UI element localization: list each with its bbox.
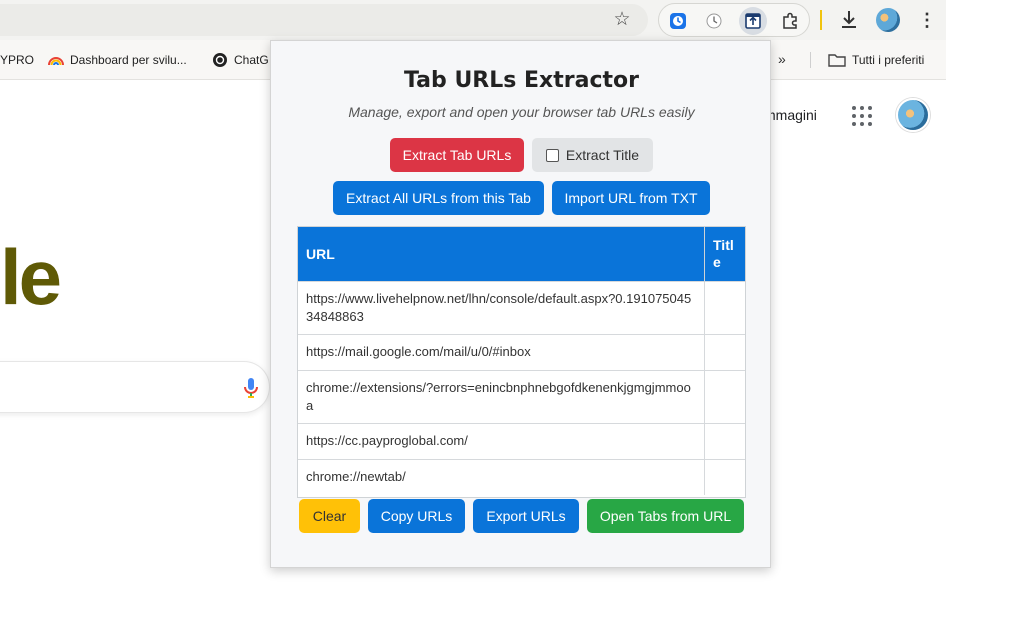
table-header-row: URL Title: [298, 227, 745, 281]
table-row: https://mail.google.com/mail/u/0/#inbox: [298, 333, 745, 370]
extensions-puzzle-icon[interactable]: [779, 10, 801, 32]
title-cell: [704, 422, 745, 459]
search-logo-fragment: le: [0, 233, 62, 321]
chatgpt-icon: [213, 53, 227, 67]
address-bar[interactable]: [0, 4, 648, 36]
url-cell: chrome://extensions/?errors=enincbnphneb…: [298, 369, 705, 423]
profile-avatar[interactable]: [876, 8, 900, 32]
title-cell: [704, 280, 745, 334]
title-cell: [704, 458, 745, 495]
url-cell: https://mail.google.com/mail/u/0/#inbox: [298, 333, 705, 370]
bookmarks-separator: [810, 52, 811, 68]
extract-title-checkbox[interactable]: [545, 148, 559, 162]
popup-title: Tab URLs Extractor: [404, 68, 639, 93]
title-column-header: Title: [704, 227, 745, 281]
folder-icon: [828, 54, 846, 67]
all-bookmarks-folder[interactable]: Tutti i preferiti: [828, 52, 924, 68]
timer-extension-icon[interactable]: [667, 10, 689, 32]
copy-urls-button[interactable]: Copy URLs: [368, 499, 465, 533]
popup-subtitle: Manage, export and open your browser tab…: [348, 104, 695, 120]
title-cell: [704, 369, 745, 423]
bookmark-item[interactable]: ChatG: [212, 52, 269, 68]
table-row: https://cc.payproglobal.com/: [298, 422, 745, 459]
table-row: chrome://extensions/?errors=enincbnphneb…: [298, 369, 745, 423]
url-cell: https://cc.payproglobal.com/: [298, 422, 705, 459]
microphone-icon[interactable]: [243, 377, 259, 399]
bookmark-label: Tutti i preferiti: [852, 53, 925, 67]
browser-window: ☆ ⋮ YPRO Dashboard per svilu... ChatG » …: [0, 0, 1024, 640]
urls-table: URL Title https://www.livehelpnow.net/lh…: [298, 227, 745, 495]
bookmark-label: ChatG: [234, 53, 269, 67]
browser-toolbar: ☆ ⋮: [0, 0, 946, 40]
clear-button[interactable]: Clear: [299, 499, 360, 533]
extensions-group: [658, 3, 810, 37]
table-row: https://www.livehelpnow.net/lhn/console/…: [298, 280, 745, 334]
open-tabs-button[interactable]: Open Tabs from URL: [587, 499, 744, 533]
toolbar-separator: [820, 10, 822, 30]
extract-tab-urls-button[interactable]: Extract Tab URLs: [390, 138, 524, 172]
browser-menu-icon[interactable]: ⋮: [918, 9, 936, 31]
account-avatar[interactable]: [896, 98, 930, 132]
apps-grid-icon[interactable]: [852, 106, 872, 126]
url-cell: https://www.livehelpnow.net/lhn/console/…: [298, 280, 705, 334]
urls-table-container[interactable]: URL Title https://www.livehelpnow.net/lh…: [297, 226, 746, 498]
export-urls-button[interactable]: Export URLs: [473, 499, 579, 533]
bookmark-star-icon[interactable]: ☆: [612, 9, 632, 29]
title-cell: [704, 333, 745, 370]
more-bookmarks-icon[interactable]: »: [778, 51, 786, 67]
rainbow-icon: [48, 57, 64, 66]
bookmark-label: Dashboard per svilu...: [70, 53, 187, 67]
bookmark-item[interactable]: YPRO: [0, 52, 34, 68]
page-search-box[interactable]: [0, 361, 270, 413]
clock-extension-icon[interactable]: [703, 10, 725, 32]
extract-all-urls-button[interactable]: Extract All URLs from this Tab: [333, 181, 544, 215]
tab-urls-extractor-popup: Tab URLs Extractor Manage, export and op…: [270, 40, 771, 568]
url-column-header: URL: [298, 227, 705, 281]
table-row: chrome://newtab/: [298, 458, 745, 495]
bookmark-label: YPRO: [0, 53, 35, 67]
extract-title-label: Extract Title: [565, 147, 640, 163]
import-url-button[interactable]: Import URL from TXT: [552, 181, 710, 215]
bookmark-item[interactable]: Dashboard per svilu...: [48, 52, 187, 68]
download-icon[interactable]: [838, 8, 860, 32]
url-cell: chrome://newtab/: [298, 458, 705, 495]
extract-title-toggle[interactable]: Extract Title: [532, 138, 653, 172]
tab-urls-extractor-icon[interactable]: [739, 7, 767, 35]
